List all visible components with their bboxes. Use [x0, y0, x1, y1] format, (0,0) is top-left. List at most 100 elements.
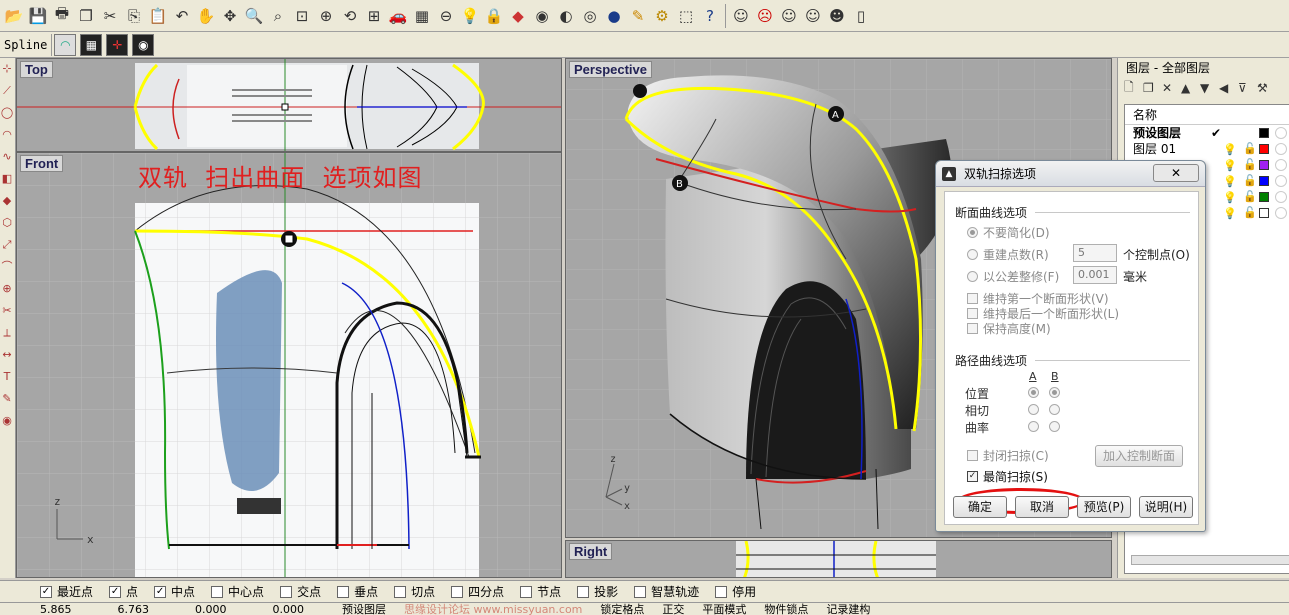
layer-material-icon[interactable]	[1275, 191, 1287, 203]
layer-material-icon[interactable]	[1275, 159, 1287, 171]
layer-unlock-icon[interactable]: 🔓	[1243, 205, 1257, 221]
delete-layer-icon[interactable]: ✕	[1162, 81, 1181, 95]
layer-color-swatch[interactable]	[1259, 144, 1269, 154]
viewport-top[interactable]: Top	[16, 58, 562, 152]
axes-icon[interactable]: ✛	[106, 33, 129, 56]
tool-solid-icon[interactable]: ◆	[0, 190, 14, 212]
option-closed-sweep[interactable]: 封闭扫掠(C)	[967, 447, 1049, 464]
tool-trim-icon[interactable]: ⟂	[0, 322, 14, 344]
layer-unlock-icon[interactable]: 🔓	[1243, 141, 1257, 157]
viewport-front-label[interactable]: Front	[20, 155, 64, 172]
osnap-item[interactable]: 垂点	[337, 583, 378, 600]
light-icon[interactable]: 💡	[459, 5, 481, 27]
save-icon[interactable]: 💾	[27, 5, 49, 27]
osnap-checkbox[interactable]: ✓	[40, 585, 52, 598]
tool-render-icon[interactable]: ◉	[0, 410, 14, 432]
osnap-item[interactable]: ✓ 点	[109, 583, 138, 600]
grid-icon[interactable]: ▦	[411, 5, 433, 27]
layer-material-icon[interactable]	[1275, 175, 1287, 187]
tool-text-icon[interactable]: T	[0, 366, 14, 388]
move-parent-icon[interactable]: ◀	[1219, 81, 1238, 95]
layer-material-icon[interactable]	[1275, 143, 1287, 155]
tool-split-icon[interactable]: ✂	[0, 300, 14, 322]
layer-unlock-icon[interactable]: 🔓	[1243, 173, 1257, 189]
osnap-checkbox[interactable]: ✓	[154, 585, 167, 598]
face-1-icon[interactable]: ☺	[730, 5, 752, 27]
tool-analyze-icon[interactable]: ✎	[0, 388, 14, 410]
snap-icon[interactable]: ⊖	[435, 5, 457, 27]
refit-tolerance-input[interactable]: 0.001	[1073, 266, 1117, 284]
layer-visible-icon[interactable]: 💡	[1223, 174, 1237, 190]
layer-unlock-icon[interactable]: 🔓	[1243, 157, 1257, 173]
layer-tools-icon[interactable]: ⚒	[1257, 81, 1276, 95]
move-down-icon[interactable]: ▼	[1200, 81, 1219, 95]
layer-row[interactable]: 预设图层 ✔	[1125, 125, 1289, 141]
osnap-item[interactable]: 投影	[577, 583, 618, 600]
status-record[interactable]: 记录建构	[826, 603, 870, 615]
move-up-icon[interactable]: ▲	[1181, 81, 1200, 95]
zoom-selected-icon[interactable]: ⊕	[315, 5, 337, 27]
osnap-checkbox[interactable]	[634, 585, 647, 598]
layer-visible-icon[interactable]: 💡	[1223, 190, 1237, 206]
select-icon[interactable]: ⬚	[675, 5, 697, 27]
layer-color-swatch[interactable]	[1259, 176, 1269, 186]
face-4-icon[interactable]: ☺	[802, 5, 824, 27]
four-viewports-icon[interactable]: ⊞	[363, 5, 385, 27]
status-ortho[interactable]: 正交	[662, 603, 684, 615]
osnap-item[interactable]: 交点	[280, 583, 321, 600]
osnap-checkbox[interactable]	[520, 585, 533, 598]
radio-no-simplify[interactable]	[967, 227, 978, 238]
car-icon[interactable]: 🚗	[387, 5, 409, 27]
copy-icon[interactable]: ⎘	[123, 5, 145, 27]
layer-visible-icon[interactable]: 💡	[1223, 142, 1237, 158]
zoom-extents-icon[interactable]: ⊡	[291, 5, 313, 27]
osnap-checkbox[interactable]	[337, 585, 350, 598]
checkbox-closed-sweep[interactable]	[967, 450, 978, 461]
layer-row[interactable]: 图层 01 💡 🔓	[1125, 141, 1289, 157]
tool-mesh-icon[interactable]: ⬡	[0, 212, 14, 234]
print-icon[interactable]: 🖶	[51, 4, 73, 27]
face-2-icon[interactable]: ☹	[754, 5, 776, 27]
render-icon[interactable]: ◆	[507, 5, 529, 27]
rail-a-position-radio[interactable]	[1028, 387, 1039, 398]
tool-arc-icon[interactable]: ◠	[0, 124, 14, 146]
option-simple-sweep[interactable]: ✓ 最简扫掠(S)	[967, 468, 1048, 485]
paste-icon[interactable]: 📋	[147, 5, 169, 27]
new-sublayer-icon[interactable]: ❐	[1143, 81, 1162, 95]
cancel-button[interactable]: 取消	[1015, 496, 1069, 518]
viewport-front[interactable]: Front z x	[16, 152, 562, 578]
osnap-item[interactable]: 切点	[394, 583, 435, 600]
rainbow-icon[interactable]: ◠	[54, 33, 77, 56]
osnap-checkbox[interactable]	[280, 585, 293, 598]
pen-icon[interactable]: ✎	[627, 5, 649, 27]
tool-surface-icon[interactable]: ◧	[0, 168, 14, 190]
rail-b-curvature-radio[interactable]	[1049, 421, 1060, 432]
preview-button[interactable]: 预览(P)	[1077, 496, 1131, 518]
layer-color-swatch[interactable]	[1259, 160, 1269, 170]
osnap-item[interactable]: 中心点	[211, 583, 264, 600]
undo-icon[interactable]: ↶	[171, 5, 193, 27]
close-button[interactable]: ✕	[1153, 164, 1199, 182]
option-rebuild[interactable]: 重建点数(R)	[967, 246, 1049, 263]
rail-a-tangent-radio[interactable]	[1028, 404, 1039, 415]
option-refit[interactable]: 以公差整修(F)	[967, 268, 1059, 285]
osnap-checkbox[interactable]	[211, 585, 224, 598]
rail-a-curvature-radio[interactable]	[1028, 421, 1039, 432]
viewport-right-label[interactable]: Right	[569, 543, 613, 560]
ok-button[interactable]: 确定	[953, 496, 1007, 518]
rebuild-count-input[interactable]: 5	[1073, 244, 1117, 262]
osnap-item[interactable]: ✓ 中点	[154, 583, 195, 600]
tool-fillet-icon[interactable]: ⌒	[0, 256, 14, 278]
add-slash-button[interactable]: 加入控制断面	[1095, 445, 1183, 467]
viewport-perspective-label[interactable]: Perspective	[569, 61, 652, 78]
option-keep-height[interactable]: 保持高度(M)	[967, 320, 1051, 337]
layers-column-name[interactable]: 名称	[1125, 105, 1289, 125]
wireframe-sphere-icon[interactable]: ◎	[579, 5, 601, 27]
tool-boolean-icon[interactable]: ⊕	[0, 278, 14, 300]
rotate-view-icon[interactable]: ⟲	[339, 5, 361, 27]
osnap-checkbox[interactable]	[394, 585, 407, 598]
osnap-item[interactable]: 智慧轨迹	[634, 583, 699, 600]
spline-tab[interactable]: Spline	[0, 33, 53, 56]
layer-material-icon[interactable]	[1275, 207, 1287, 219]
render-sphere-icon[interactable]: ●	[603, 5, 625, 27]
